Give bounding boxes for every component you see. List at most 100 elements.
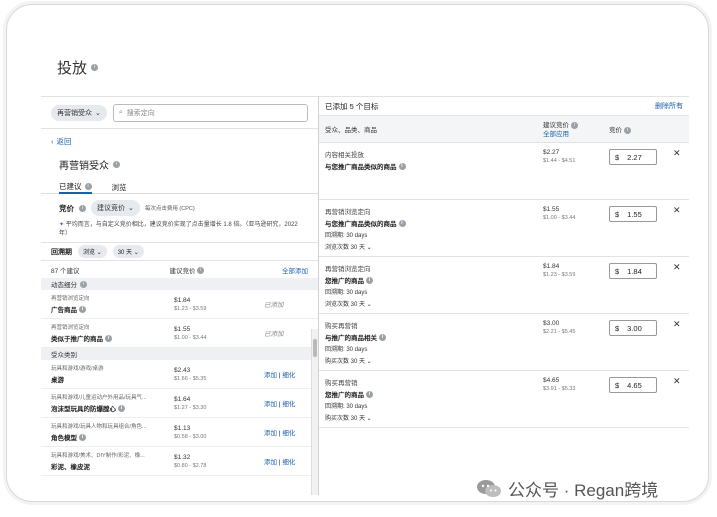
frequency-dropdown[interactable]: 购买次数 30 天 ⌄ bbox=[325, 356, 683, 365]
col-suggested: 建议竞价 i 全部应用 bbox=[543, 121, 578, 139]
info-icon[interactable]: i bbox=[79, 204, 86, 212]
bid-value: 4.65 bbox=[627, 380, 642, 390]
audience-type-label: 再营销受众 bbox=[57, 109, 92, 117]
apply-all-button[interactable]: 全部应用 bbox=[543, 130, 578, 139]
lookback-days-dropdown[interactable]: 30 天 ⌄ bbox=[112, 245, 144, 258]
target-name-text: 与您推广商品类似的商品 bbox=[325, 221, 397, 228]
table-header: 受众、品类、商品 建议竞价 i 全部应用 竞价 i bbox=[319, 115, 689, 143]
add-button[interactable]: 添加 bbox=[264, 430, 277, 437]
scrollbar[interactable] bbox=[311, 329, 318, 495]
col-bid: 竞价 i bbox=[609, 124, 631, 134]
info-icon[interactable]: i bbox=[91, 64, 99, 71]
tab-suggested[interactable]: 已建议 i bbox=[59, 180, 92, 194]
currency-symbol: $ bbox=[615, 323, 620, 333]
frequency-dropdown[interactable]: 浏览次数 30 天 ⌄ bbox=[325, 299, 683, 308]
item-title: 类似于推广的商品 i bbox=[51, 333, 174, 343]
currency-symbol: $ bbox=[615, 266, 620, 276]
bid-note: 每次点击费用 (CPC) bbox=[144, 206, 195, 212]
suggested-bid: $3.00 bbox=[543, 320, 560, 327]
table-row: 购买再营销 您推广的商品 i 回溯期: 30 days 购买次数 30 天 ⌄ … bbox=[319, 371, 689, 428]
refine-button[interactable]: 细化 bbox=[282, 430, 295, 437]
close-icon[interactable]: ✕ bbox=[673, 262, 681, 273]
bid-input[interactable]: $2.27 bbox=[609, 149, 657, 165]
lookback-text: 回溯期: 30 days bbox=[325, 347, 368, 353]
lookback-days-label: 30 天 bbox=[117, 250, 133, 256]
info-icon[interactable]: i bbox=[118, 404, 125, 412]
item-subtitle: 玩具和游戏/美术、DIY制作/彩泥、橡... bbox=[51, 453, 145, 459]
bid-strategy-dropdown[interactable]: 建议竞价 ⌄ bbox=[91, 200, 140, 216]
frequency-dropdown[interactable]: 购买次数 30 天 ⌄ bbox=[325, 413, 683, 422]
info-icon[interactable]: i bbox=[398, 219, 406, 227]
info-icon[interactable]: i bbox=[366, 276, 373, 284]
refine-button[interactable]: 细化 bbox=[282, 459, 295, 466]
suggested-bid: $1.84 bbox=[543, 263, 560, 270]
close-icon[interactable]: ✕ bbox=[673, 205, 681, 216]
target-name-text: 您推广的商品 bbox=[325, 392, 364, 399]
item-subtitle: 玩具和游戏/儿童运动户外用品/玩具气... bbox=[51, 395, 147, 401]
info-icon[interactable]: i bbox=[570, 121, 578, 129]
bid-input[interactable]: $4.65 bbox=[609, 377, 657, 393]
lookback-text: 回溯期: 30 days bbox=[325, 404, 368, 410]
table-row: 内容相关投放 与您推广商品类似的商品 i $2.27 $1.44 - $4.51 … bbox=[319, 143, 689, 200]
bid-value: 3.00 bbox=[627, 323, 642, 333]
frequency-dropdown[interactable]: 浏览次数 30 天 ⌄ bbox=[325, 242, 683, 251]
scrollbar-thumb[interactable] bbox=[313, 339, 317, 357]
back-label: 返回 bbox=[56, 137, 72, 146]
info-icon[interactable]: i bbox=[623, 126, 631, 134]
item-bid: $2.43 bbox=[174, 366, 191, 374]
close-icon[interactable]: ✕ bbox=[673, 319, 681, 330]
remove-all-button[interactable]: 删除所有 bbox=[655, 101, 683, 111]
info-icon[interactable]: i bbox=[366, 390, 373, 398]
item-bid-range: $1.23 - $3.59 bbox=[174, 305, 207, 312]
bid-input[interactable]: $1.55 bbox=[609, 206, 657, 222]
add-all-button[interactable]: 全部添加 bbox=[282, 265, 308, 275]
target-name-text: 与您推广商品类似的商品 bbox=[325, 164, 397, 171]
info-icon[interactable]: i bbox=[79, 433, 86, 441]
lookback-type-dropdown[interactable]: 浏览 ⌄ bbox=[78, 245, 107, 258]
lookback-text: 回溯期: 30 days bbox=[325, 290, 368, 296]
list-item: 再营销浏览定向 广告商品 i $1.84 $1.23 - $3.59 已添加 bbox=[41, 290, 318, 319]
info-icon[interactable]: i bbox=[79, 305, 86, 313]
device-frame: 投放 i 再营销受众 ⌄ ⌕ 搜索定向 ‹ 返回 再营销受众 i 已建议 i 浏… bbox=[6, 4, 709, 502]
targeting-panel: 再营销受众 ⌄ ⌕ 搜索定向 ‹ 返回 再营销受众 i 已建议 i 浏览 竞价 … bbox=[41, 96, 319, 495]
item-title-text: 类似于推广的商品 bbox=[51, 336, 103, 343]
info-icon[interactable]: i bbox=[105, 334, 112, 342]
info-icon[interactable]: i bbox=[398, 162, 406, 170]
item-bid-range: $0.58 - $3.00 bbox=[174, 433, 207, 440]
refine-button[interactable]: 细化 bbox=[282, 401, 295, 408]
add-button[interactable]: 添加 bbox=[264, 372, 277, 379]
audience-type-dropdown[interactable]: 再营销受众 ⌄ bbox=[51, 104, 107, 121]
close-icon[interactable]: ✕ bbox=[673, 376, 681, 387]
target-name-text: 与推广的商品相关 bbox=[325, 335, 377, 342]
refine-button[interactable]: 细化 bbox=[282, 372, 295, 379]
chevron-left-icon: ‹ bbox=[51, 137, 54, 146]
col-target: 受众、品类、商品 bbox=[325, 127, 377, 134]
info-icon[interactable]: i bbox=[113, 161, 120, 168]
section-title-text: 再营销受众 bbox=[59, 161, 109, 172]
info-icon[interactable]: i bbox=[84, 182, 92, 190]
add-button[interactable]: 添加 bbox=[264, 401, 277, 408]
lookback-type-label: 浏览 bbox=[83, 250, 96, 256]
item-bid-range: $1.00 - $3.44 bbox=[174, 334, 207, 341]
list-header: 87 个建议 建议竞价 i 全部添加 bbox=[41, 260, 318, 278]
bid-input[interactable]: $3.00 bbox=[609, 320, 657, 336]
add-button[interactable]: 添加 bbox=[264, 459, 277, 466]
suggested-bid-range: $2.21 - $5.45 bbox=[543, 329, 576, 335]
bid-row: 竞价 i 建议竞价 ⌄ 每次点击费用 (CPC) bbox=[41, 194, 318, 218]
search-input[interactable]: ⌕ 搜索定向 bbox=[112, 103, 308, 122]
item-bid: $1.64 bbox=[174, 395, 191, 403]
currency-symbol: $ bbox=[615, 152, 620, 162]
table-row: 购买再营销 与推广的商品相关 i 回溯期: 30 days 购买次数 30 天 … bbox=[319, 314, 689, 371]
close-icon[interactable]: ✕ bbox=[673, 148, 681, 159]
bid-value: 2.27 bbox=[627, 152, 642, 162]
back-link[interactable]: ‹ 返回 bbox=[41, 129, 318, 153]
tab-suggested-label: 已建议 bbox=[59, 181, 82, 191]
tab-browse[interactable]: 浏览 bbox=[112, 180, 127, 194]
info-icon[interactable]: i bbox=[197, 267, 205, 275]
page-header: 投放 i bbox=[57, 57, 99, 78]
info-icon[interactable]: i bbox=[379, 333, 386, 341]
bid-input[interactable]: $1.84 bbox=[609, 263, 657, 279]
info-icon[interactable]: i bbox=[80, 280, 87, 288]
bid-tip: ✦ 平均而言，与自定义竞价相比，建议竞价实现了点击量增长 1.8 倍。（亚马逊研… bbox=[41, 218, 318, 242]
frequency-label: 购买次数 30 天 bbox=[325, 416, 366, 422]
